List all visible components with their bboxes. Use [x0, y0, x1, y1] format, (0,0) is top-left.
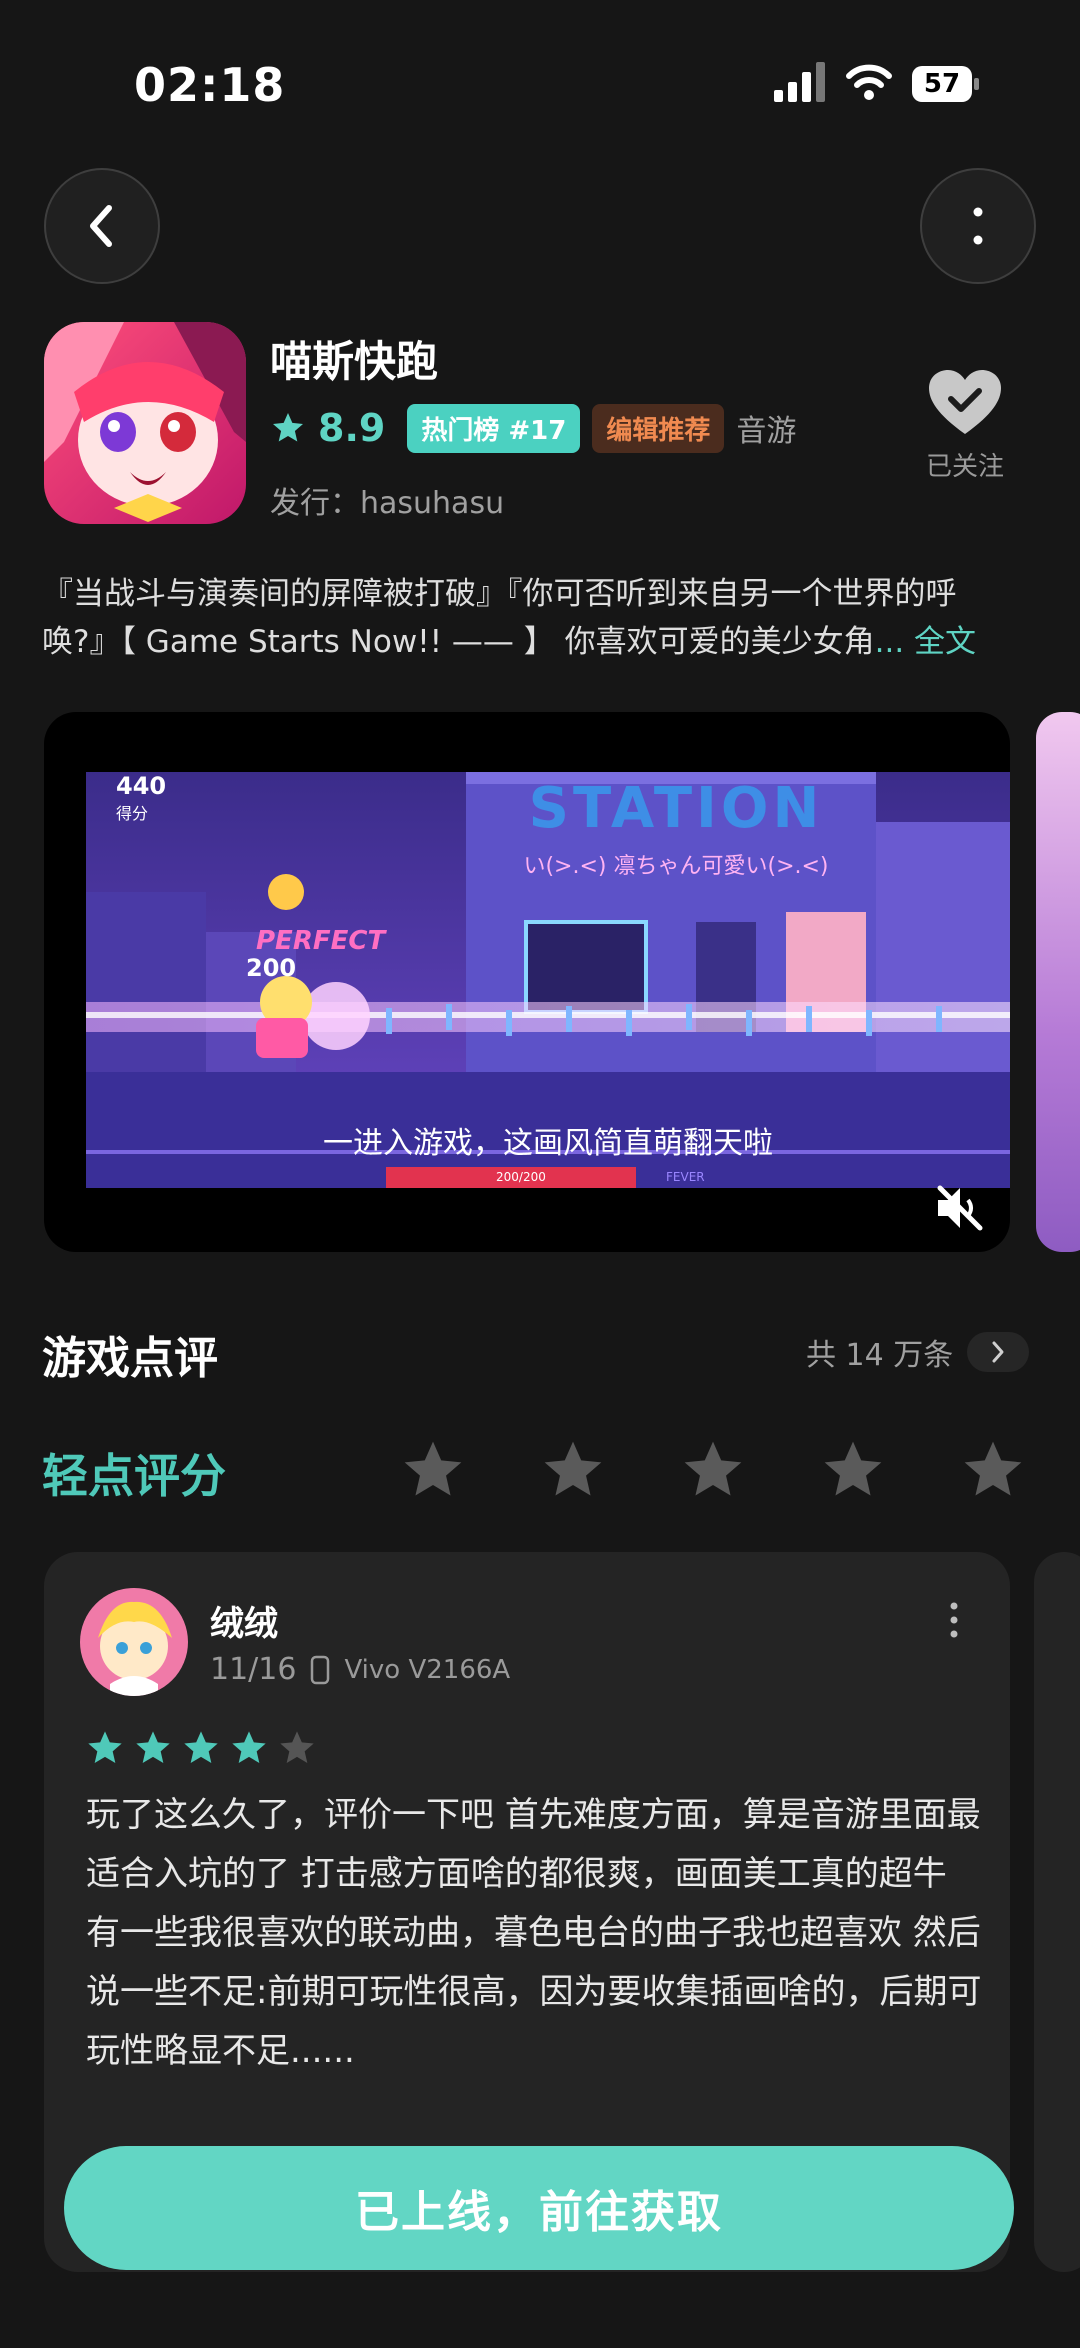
genre-tag[interactable]: 音游 [736, 406, 796, 450]
cellular-signal-icon [774, 62, 825, 102]
station-sign: STATION [528, 776, 824, 841]
get-game-button[interactable]: 已上线，前往获取 [64, 2146, 1014, 2270]
status-time: 02:18 [134, 58, 286, 112]
fever-label: FEVER [666, 1170, 705, 1184]
next-review-card[interactable] [1034, 1552, 1080, 2272]
battery-level: 57 [912, 66, 972, 102]
station-subtitle: い(>.<) 凛ちゃん可愛い(>.<) [523, 854, 829, 879]
read-more-link[interactable]: ... 全文 [875, 624, 976, 660]
rate-star-icon[interactable] [538, 1436, 608, 1504]
rate-star-icon[interactable] [398, 1436, 468, 1504]
reviewer-avatar[interactable] [80, 1588, 188, 1696]
review-device: Vivo V2166A [344, 1654, 511, 1685]
video-score-label: 得分 [116, 804, 149, 823]
chevron-left-icon [90, 205, 112, 247]
gameplay-video[interactable]: 440 得分 STATION い(>.<) 凛ちゃん可愛い(>.<) PERFE… [44, 712, 1010, 1252]
back-button[interactable] [44, 168, 160, 284]
app-description: 『当战斗与演奏间的屏障被打破』『你可否听到来自另一个世界的呼 唤?』【 Game… [42, 570, 1032, 666]
battery-indicator: 57 [912, 66, 980, 104]
reviewer-name[interactable]: 绒绒 [210, 1596, 278, 1645]
review-meta: 11/16 Vivo V2166A [210, 1652, 510, 1687]
star-filled-icon [232, 1731, 266, 1763]
reviews-total[interactable]: 共 14 万条 [806, 1330, 1030, 1374]
star-empty-icon [280, 1731, 314, 1763]
rate-star-icon[interactable] [958, 1436, 1028, 1504]
reviews-section-title: 游戏点评 [42, 1333, 218, 1384]
rating-row: 8.9 热门榜 #17 编辑推荐 音游 [270, 403, 796, 453]
tap-to-rate-label: 轻点评分 [42, 1449, 226, 1503]
star-filled-icon [136, 1731, 170, 1763]
editor-badge: 编辑推荐 [592, 403, 725, 453]
app-icon [44, 322, 246, 524]
review-date: 11/16 [210, 1652, 297, 1687]
chevron-right-icon [992, 1341, 1004, 1363]
follow-label: 已关注 [925, 452, 1004, 482]
description-line: 『当战斗与演奏间的屏障被打破』『你可否听到来自另一个世界的呼 [42, 576, 957, 612]
follow-button[interactable]: 已关注 [910, 368, 1020, 483]
review-text[interactable]: 玩了这么久了，评价一下吧 首先难度方面，算是音游里面最适合入坑的了 打击感方面啥… [86, 1786, 986, 2081]
video-score: 440 [116, 772, 167, 800]
battery-cap [974, 78, 979, 90]
rate-star-icon[interactable] [678, 1436, 748, 1504]
rating-score: 8.9 [318, 406, 386, 450]
reviews-total-label: 共 14 万条 [806, 1338, 954, 1373]
description-line: 唤?』【 Game Starts Now!! —— 】 你喜欢可爱的美少女角 [42, 624, 875, 660]
rating-input[interactable] [398, 1436, 1028, 1504]
star-filled-icon [88, 1731, 122, 1763]
star-filled-icon [184, 1731, 218, 1763]
phone-icon [311, 1655, 330, 1684]
speaker-muted-icon[interactable] [934, 1184, 984, 1232]
next-media-thumbnail[interactable] [1036, 712, 1080, 1252]
heart-check-icon [929, 370, 1001, 434]
app-title: 喵斯快跑 [270, 337, 439, 386]
review-more-icon[interactable] [942, 1600, 966, 1640]
wifi-icon [846, 64, 892, 100]
star-icon [273, 413, 303, 442]
rate-star-icon[interactable] [818, 1436, 888, 1504]
combo-count: 200 [246, 954, 297, 982]
video-subtitle: 一进入游戏，这画风简直萌翻天啦 [323, 1126, 773, 1161]
reviews-arrow-button[interactable] [967, 1332, 1030, 1372]
perfect-label: PERFECT [256, 926, 386, 956]
hp-readout: 200/200 [496, 1170, 546, 1184]
review-stars [84, 1728, 318, 1768]
rank-badge[interactable]: 热门榜 #17 [407, 403, 581, 453]
publisher[interactable]: 发行：hasuhasu [270, 478, 504, 522]
video-frame: 440 得分 STATION い(>.<) 凛ちゃん可愛い(>.<) PERFE… [86, 772, 1010, 1188]
more-options-button[interactable] [920, 168, 1036, 284]
vertical-dots-icon [973, 207, 983, 245]
